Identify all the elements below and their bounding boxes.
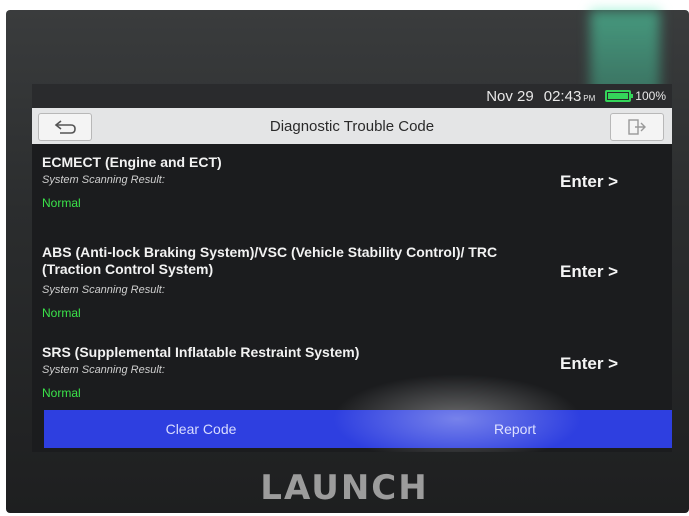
- status-time: 02:43: [543, 87, 582, 105]
- report-button[interactable]: Report: [358, 421, 672, 437]
- scan-status: Normal: [42, 196, 81, 210]
- enter-button[interactable]: Enter >: [560, 172, 618, 192]
- scan-result-label: System Scanning Result:: [42, 174, 165, 186]
- exit-button[interactable]: [610, 113, 664, 141]
- battery-icon: [605, 90, 634, 102]
- device-screen: Nov 29 02:43 PM 100% Diagnostic Trouble …: [32, 84, 672, 452]
- system-name: ABS (Anti-lock Braking System)/VSC (Vehi…: [42, 244, 498, 277]
- status-bar: Nov 29 02:43 PM 100%: [32, 84, 672, 108]
- battery-percent: 100%: [635, 89, 666, 103]
- battery-tip: [631, 94, 634, 98]
- battery-fill: [608, 93, 629, 99]
- enter-button[interactable]: Enter >: [560, 354, 618, 374]
- scan-result-label: System Scanning Result:: [42, 364, 165, 376]
- status-ampm: PM: [583, 93, 596, 103]
- title-bar: Diagnostic Trouble Code: [32, 108, 672, 144]
- bottom-action-bar: Clear Code Report: [44, 410, 672, 448]
- clear-code-button[interactable]: Clear Code: [44, 421, 358, 437]
- enter-button[interactable]: Enter >: [560, 262, 618, 282]
- scan-result-label: System Scanning Result:: [42, 284, 165, 296]
- brand-logo: LAUNCH: [260, 468, 429, 508]
- page-title: Diagnostic Trouble Code: [269, 117, 435, 135]
- back-button[interactable]: [38, 113, 92, 141]
- back-arrow-icon: [54, 120, 76, 134]
- scan-status: Normal: [42, 386, 81, 400]
- system-name: ECMECT (Engine and ECT): [42, 154, 222, 170]
- exit-icon: [628, 119, 646, 135]
- status-date: Nov 29: [486, 87, 534, 105]
- system-name: SRS (Supplemental Inflatable Restraint S…: [42, 344, 360, 360]
- scan-status: Normal: [42, 306, 81, 320]
